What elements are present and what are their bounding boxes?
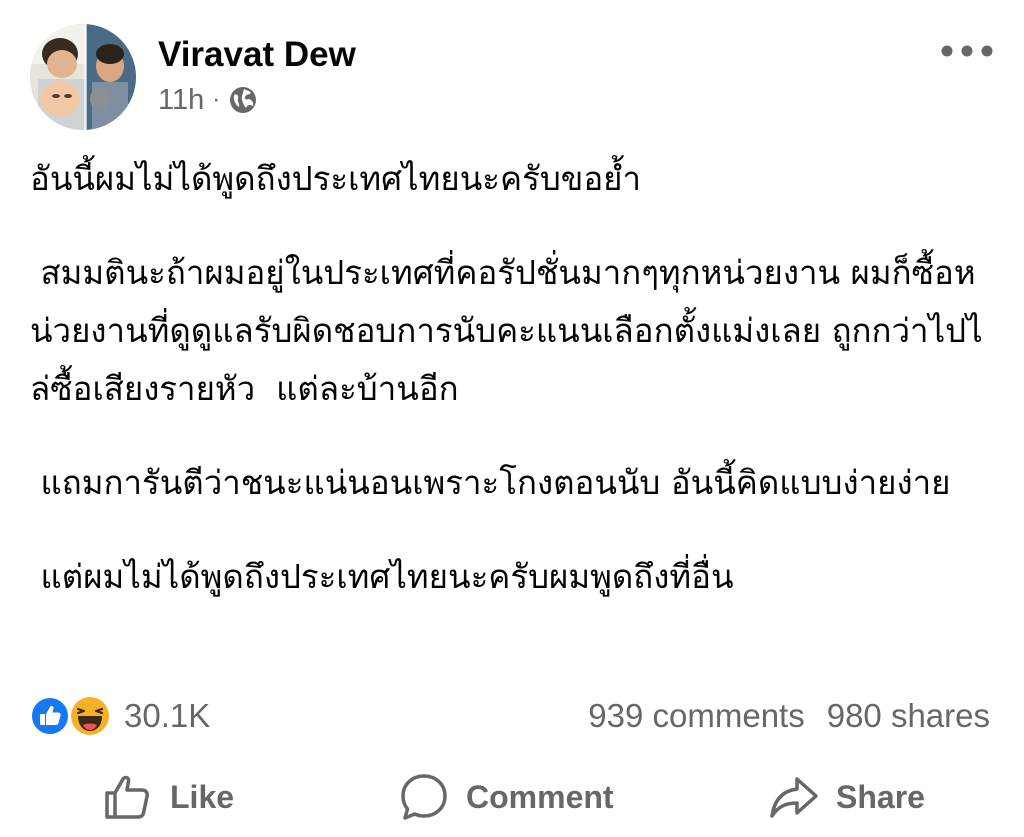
- post-paragraph: แถมการันตีว่าชนะแน่นอนเพราะโกงตอนนับ อัน…: [30, 463, 951, 502]
- like-reaction-icon: [30, 696, 70, 736]
- reactions-summary[interactable]: 30.1K: [30, 694, 210, 738]
- engagement-stats: 939 comments 980 shares: [588, 694, 990, 738]
- comment-button[interactable]: Comment: [398, 762, 614, 832]
- like-label: Like: [170, 778, 235, 815]
- share-arrow-icon: [770, 777, 818, 818]
- post-meta: 11h ·: [158, 82, 258, 118]
- reaction-icons: [30, 694, 116, 738]
- post-timestamp[interactable]: 11h: [158, 84, 204, 117]
- comment-label: Comment: [466, 778, 614, 815]
- author-avatar[interactable]: [30, 24, 136, 130]
- meta-separator: ·: [212, 86, 221, 113]
- like-button[interactable]: Like: [102, 762, 234, 832]
- comments-count[interactable]: 939 comments: [588, 697, 804, 735]
- shares-count[interactable]: 980 shares: [827, 697, 990, 735]
- post-options-button[interactable]: [936, 34, 998, 68]
- avatar-photo: [30, 24, 136, 130]
- post-text: อันนี้ผมไม่ได้พูดถึงประเทศไทยนะครับขอย้ำ…: [30, 150, 995, 606]
- share-label: Share: [836, 778, 925, 815]
- post-paragraph: แต่ผมไม่ได้พูดถึงประเทศไทยนะครับผมพูดถึง…: [30, 557, 734, 596]
- post-paragraph: สมมตินะถ้าผมอยู่ในประเทศที่คอรัปชั่นมากๆ…: [30, 253, 983, 408]
- author-name[interactable]: Viravat Dew: [158, 34, 356, 76]
- post-action-bar: Like Comment Share: [0, 762, 1024, 832]
- post-paragraph: อันนี้ผมไม่ได้พูดถึงประเทศไทยนะครับขอย้ำ: [30, 159, 642, 198]
- thumbs-up-icon: [105, 775, 149, 819]
- reaction-count: 30.1K: [124, 697, 211, 734]
- share-button[interactable]: Share: [768, 762, 925, 832]
- haha-reaction-icon: [69, 695, 111, 737]
- more-options-icon: [941, 45, 993, 57]
- globe-icon[interactable]: [228, 85, 258, 115]
- comment-bubble-icon: [401, 774, 447, 820]
